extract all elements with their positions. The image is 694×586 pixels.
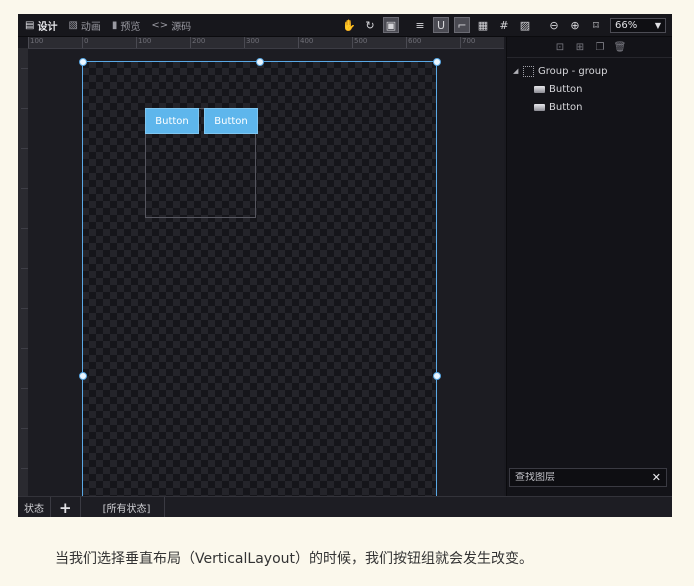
resize-handle-top-left[interactable] [79,58,87,66]
image-icon[interactable]: ▨ [517,17,533,33]
refresh-icon[interactable]: ↻ [362,17,378,33]
layer-search-input[interactable] [515,472,635,483]
animation-icon: ▧ [68,19,78,31]
ruler-label: 100 [30,37,44,45]
ruler-label: 0 [84,37,89,45]
ruler-label: 600 [408,37,422,45]
layer-group-label: Group - group [538,65,608,77]
resize-handle-left[interactable] [79,372,87,380]
close-icon[interactable]: ✕ [652,471,661,484]
tab-source-label: 源码 [171,21,192,33]
tab-design[interactable]: ▤ 设计 [21,14,61,36]
zoom-out-icon[interactable]: ⊖ [546,17,562,33]
design-canvas[interactable]: Button Button [28,49,504,497]
layer-item-label: Button [549,83,583,95]
tab-design-label: 设计 [37,21,58,33]
state-label: 状态 [18,497,51,517]
ungroup-layers-icon[interactable]: ⊞ [573,40,587,54]
editor-window: ▤ 设计 ▧ 动画 ▮ 预览 <> 源码 ✋ ↻ ▣ ≡ U ⌐ ▦ # ▨ ⊖ [18,14,672,517]
caption-text: 当我们选择垂直布局（VerticalLayout）的时候，我们按钮组就会发生改变… [55,551,533,567]
zoom-in-icon[interactable]: ⊕ [567,17,583,33]
tab-animation[interactable]: ▧ 动画 [64,14,104,36]
align-icon[interactable]: ≡ [412,17,428,33]
state-bar: 状态 + [所有状态] [18,496,672,517]
layer-item[interactable]: Button [507,98,672,116]
ruler-label: 500 [354,37,368,45]
group-layers-icon[interactable]: ⊡ [553,40,567,54]
layer-item[interactable]: Button [507,80,672,98]
all-states-tab[interactable]: [所有状态] [81,497,166,517]
ruler-guide-icon[interactable]: ⌐ [454,17,470,33]
top-toolbar: ▤ 设计 ▧ 动画 ▮ 预览 <> 源码 ✋ ↻ ▣ ≡ U ⌐ ▦ # ▨ ⊖ [18,14,672,37]
toolbar-right-group: ✋ ↻ ▣ ≡ U ⌐ ▦ # ▨ ⊖ ⊕ ⌑ 66% ▼ [336,14,666,36]
ruler-label: 400 [300,37,314,45]
resize-handle-right[interactable] [433,372,441,380]
fit-screen-icon[interactable]: ⌑ [588,17,604,33]
layer-search: ✕ [509,468,667,487]
layout-icon: ▤ [25,19,35,31]
zoom-value: 66% [615,19,638,31]
grid-icon[interactable]: ▦ [475,17,491,33]
layer-item-label: Button [549,101,583,113]
layer-group[interactable]: ◢ Group - group [507,62,672,80]
ruler-label: 200 [192,37,206,45]
artboard[interactable] [82,61,436,497]
horizontal-ruler: 100 0 100 200 300 400 500 600 700 [28,37,504,49]
layer-tree: ◢ Group - group Button Button [507,58,672,116]
code-icon: <> [151,19,169,31]
selection-border-left [82,61,83,497]
hash-grid-icon[interactable]: # [496,17,512,33]
ruler-label: 100 [138,37,152,45]
button-icon [534,103,545,111]
layers-panel: ⊡ ⊞ ❐ 🗑 ◢ Group - group Button Button ✕ [506,37,672,496]
tab-animation-label: 动画 [80,21,101,33]
tab-source[interactable]: <> 源码 [147,14,195,36]
tab-preview-label: 预览 [120,21,141,33]
resize-handle-top-right[interactable] [433,58,441,66]
add-state-button[interactable]: + [51,497,81,517]
button-icon [534,85,545,93]
trash-icon[interactable]: 🗑 [613,40,627,54]
layers-toolbar: ⊡ ⊞ ❐ 🗑 [507,37,672,58]
hand-tool-icon[interactable]: ✋ [341,17,357,33]
selection-border-right [436,61,437,497]
canvas-button-2[interactable]: Button [204,108,258,134]
vertical-ruler [18,48,28,496]
fit-frame-icon[interactable]: ▣ [383,17,399,33]
tab-preview[interactable]: ▮ 预览 [108,14,145,36]
ruler-label: 300 [246,37,260,45]
zoom-select[interactable]: 66% ▼ [610,17,666,33]
copy-layer-icon[interactable]: ❐ [593,40,607,54]
canvas-button-1[interactable]: Button [145,108,199,134]
preview-icon: ▮ [111,19,118,31]
group-icon [523,65,534,77]
ruler-label: 700 [462,37,476,45]
snap-magnet-icon[interactable]: U [433,17,449,33]
expand-triangle-icon[interactable]: ◢ [513,67,521,75]
chevron-down-icon: ▼ [654,20,661,30]
resize-handle-top[interactable] [256,58,264,66]
